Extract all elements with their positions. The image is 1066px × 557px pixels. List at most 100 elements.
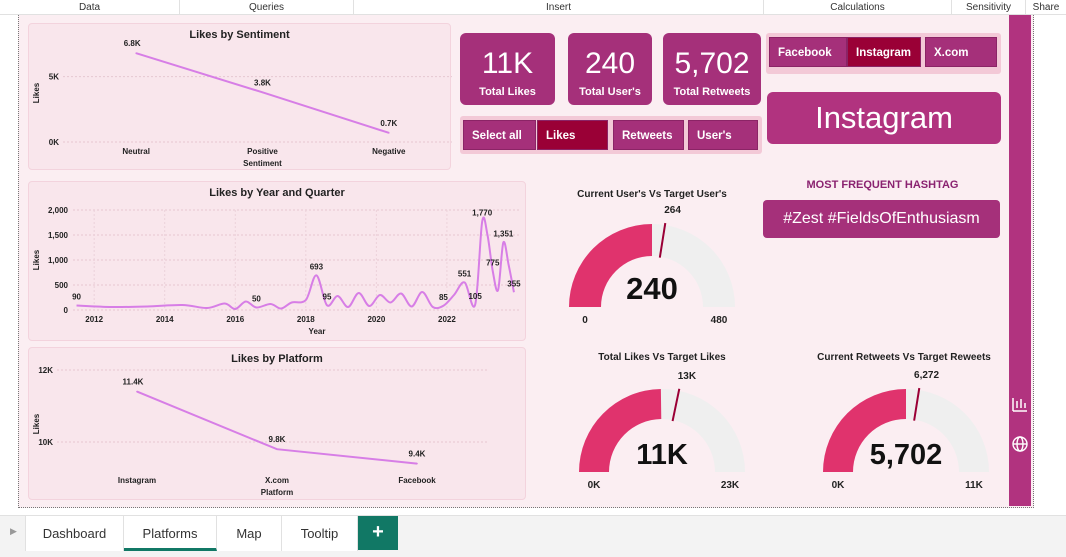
hashtag-label: MOST FREQUENT HASHTAG: [806, 179, 959, 191]
data-point: [261, 91, 264, 94]
data-label: 693: [310, 262, 324, 271]
gauge-retweets[interactable]: 6,272 5,702 0K 11K: [804, 362, 1004, 492]
x-tick-label: 2018: [297, 315, 315, 324]
slicer-select-all[interactable]: Select all: [463, 120, 536, 150]
kpi-value: 11K: [481, 47, 534, 80]
y-tick-label: 12K: [38, 366, 53, 375]
data-label: 9.4K: [409, 450, 426, 459]
data-label: 551: [458, 269, 472, 278]
add-page-button[interactable]: +: [358, 516, 398, 550]
x-tick-label: Positive: [247, 147, 278, 156]
data-label: 95: [323, 292, 332, 301]
data-label: 90: [72, 293, 81, 302]
data-point: [135, 52, 137, 54]
globe-icon[interactable]: [1012, 436, 1028, 452]
gauge-target-label: 264: [664, 205, 681, 216]
bar-chart-icon[interactable]: [1012, 398, 1027, 412]
likes-by-year-quarter-chart[interactable]: Likes by Year and Quarter 0 500 1,000 1,500…: [28, 181, 526, 341]
data-label: 50: [252, 295, 261, 304]
y-tick-label: 500: [55, 281, 69, 290]
platform-slicer: Facebook Instagram X.com: [766, 33, 1001, 74]
ribbon-share[interactable]: Share: [1026, 0, 1066, 15]
slicer-retweets[interactable]: Retweets: [613, 120, 684, 150]
data-label: 1,351: [493, 229, 514, 238]
x-tick-label: 2014: [156, 315, 174, 324]
tab-platforms[interactable]: Platforms: [124, 516, 217, 551]
y-tick-label: 1,000: [48, 256, 69, 265]
kpi-value: 240: [584, 47, 636, 80]
x-tick-label: 2020: [367, 315, 385, 324]
gauge-likes[interactable]: 13K 11K 0K 23K: [562, 362, 762, 492]
series-line: [76, 216, 515, 310]
data-label: 1,770: [472, 209, 493, 218]
data-label: 0.7K: [380, 119, 397, 128]
x-tick-label: X.com: [265, 476, 289, 485]
data-point: [276, 448, 278, 450]
gauge-title-users: Current User's Vs Target User's: [577, 189, 727, 200]
data-label: 775: [486, 258, 500, 267]
gauge-min-label: 0K: [832, 480, 846, 491]
data-label: 6.8K: [124, 39, 141, 48]
tab-dashboard[interactable]: Dashboard: [25, 516, 124, 551]
kpi-label: Total Retweets: [673, 86, 751, 98]
data-label: 85: [439, 293, 448, 302]
gauge-max-label: 480: [711, 315, 728, 326]
kpi-total-retweets: 5,702 Total Retweets: [663, 33, 761, 105]
slicer-likes[interactable]: Likes: [537, 120, 608, 150]
kpi-value: 5,702: [674, 47, 750, 80]
ribbon-sensitivity[interactable]: Sensitivity: [952, 0, 1026, 15]
kpi-total-users: 240 Total User's: [568, 33, 652, 105]
gauge-value: 240: [626, 271, 678, 306]
y-axis-title: Likes: [32, 82, 41, 103]
sentiment-plot: 0K 5K 6.8K Neutral 3.8K Positive 0.7K Negative S…: [32, 39, 452, 168]
x-tick-label: 2016: [226, 315, 244, 324]
gauge-min-label: 0K: [588, 480, 602, 491]
selected-platform-card: Instagram: [767, 92, 1001, 144]
page-tabs: ▶ Dashboard Platforms Map Tooltip +: [0, 515, 1066, 557]
data-label: 9.8K: [269, 435, 286, 444]
slicer-users[interactable]: User's: [688, 120, 758, 150]
ribbon-insert[interactable]: Insert: [354, 0, 764, 15]
gauge-value: 5,702: [870, 439, 943, 471]
slicer-xcom[interactable]: X.com: [925, 37, 997, 67]
likes-by-sentiment-chart[interactable]: Likes by Sentiment 0K 5K 6.8K Neutral 3.8K Po…: [28, 23, 452, 170]
data-label: 11.4K: [123, 378, 144, 387]
gauge-target-label: 13K: [678, 371, 697, 382]
x-tick-label: Facebook: [398, 476, 436, 485]
slicer-instagram[interactable]: Instagram: [847, 37, 921, 67]
platform-plot: 10K 12K 11.4K Instagram 9.8K X.com 9.4K Faceboo…: [32, 366, 487, 497]
gauge-max-label: 11K: [965, 480, 984, 491]
y-tick-label: 2,000: [48, 206, 69, 215]
ribbon-queries[interactable]: Queries: [180, 0, 354, 15]
x-axis-title: Sentiment: [243, 159, 282, 168]
pane-icons: [1012, 398, 1028, 452]
likes-by-platform-chart[interactable]: Likes by Platform 10K 12K 11.4K Instagram 9.…: [28, 347, 526, 500]
tab-tooltip[interactable]: Tooltip: [282, 516, 358, 551]
kpi-label: Total Likes: [479, 86, 536, 98]
x-tick-label: 2022: [438, 315, 456, 324]
data-point: [416, 462, 418, 465]
y-axis-title: Likes: [32, 413, 41, 434]
ribbon-data[interactable]: Data: [0, 0, 180, 15]
ribbon: Data Queries Insert Calculations Sensiti…: [0, 0, 1066, 15]
gauge-min-label: 0: [582, 315, 588, 326]
x-tick-label: Negative: [372, 147, 406, 156]
x-axis-title: Platform: [261, 488, 293, 497]
gauge-max-label: 23K: [721, 480, 740, 491]
measure-slicer: Select all Likes Retweets User's: [460, 116, 762, 154]
x-tick-label: Neutral: [122, 147, 150, 156]
x-tick-label: 2012: [85, 315, 103, 324]
data-point: [388, 132, 390, 134]
y-tick-label: 1,500: [48, 231, 69, 240]
scroll-left-icon[interactable]: ▶: [10, 526, 17, 537]
gauge-users[interactable]: 264 240 0 480: [552, 200, 752, 335]
slicer-facebook[interactable]: Facebook: [769, 37, 847, 67]
tab-map[interactable]: Map: [217, 516, 282, 551]
ribbon-calculations[interactable]: Calculations: [764, 0, 952, 15]
data-label: 355: [507, 279, 521, 288]
y-axis-title: Likes: [32, 249, 41, 270]
kpi-total-likes: 11K Total Likes: [460, 33, 555, 105]
data-label: 3.8K: [254, 78, 271, 87]
visualizations-pane-collapsed[interactable]: [1009, 15, 1031, 506]
x-axis-title: Year: [309, 327, 326, 336]
